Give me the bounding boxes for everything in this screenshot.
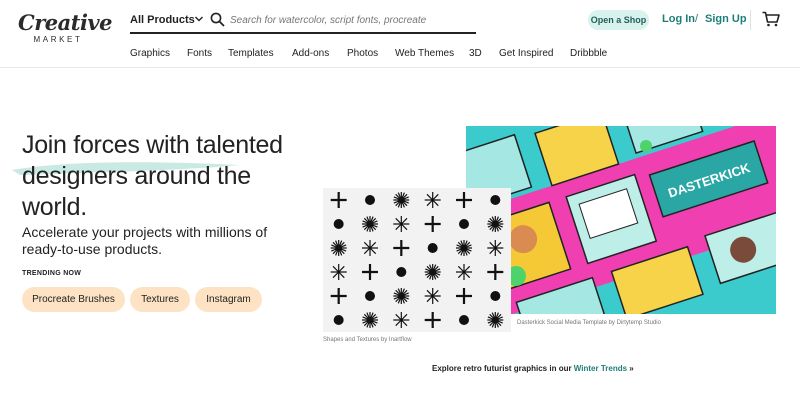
creative-market-logo[interactable]: Creative MARKET bbox=[18, 10, 113, 45]
trending-label: TRENDING NOW bbox=[22, 270, 82, 277]
signup-link[interactable]: Sign Up bbox=[705, 13, 747, 25]
trending-chip-procreate-brushes[interactable]: Procreate Brushes bbox=[22, 287, 125, 312]
social-media-template-image[interactable]: DASTERKICK bbox=[466, 126, 776, 314]
nav-item-photos[interactable]: Photos bbox=[347, 48, 378, 59]
hero-title: Join forces with talented designers arou… bbox=[22, 131, 283, 221]
chevron-down-icon[interactable] bbox=[194, 13, 204, 25]
header-divider bbox=[750, 10, 751, 30]
nav-item-graphics[interactable]: Graphics bbox=[130, 48, 170, 59]
hero-subtitle: Accelerate your projects with millions o… bbox=[22, 224, 268, 257]
nav-item-web-themes[interactable]: Web Themes bbox=[395, 48, 454, 59]
login-link[interactable]: Log In bbox=[662, 13, 695, 25]
nav-item-get-inspired[interactable]: Get Inspired bbox=[499, 48, 553, 59]
explore-arrow: » bbox=[627, 364, 634, 373]
shapes-artwork bbox=[330, 191, 504, 329]
logo-wordmark: Creative bbox=[18, 10, 113, 35]
search-icon[interactable] bbox=[210, 12, 225, 27]
search-input[interactable] bbox=[230, 11, 470, 29]
shapes-textures-image[interactable] bbox=[323, 188, 511, 332]
nav-item-fonts[interactable]: Fonts bbox=[187, 48, 212, 59]
explore-banner: Explore retro futurist graphics in our W… bbox=[432, 364, 634, 373]
template-artwork: DASTERKICK bbox=[466, 126, 776, 314]
nav-item-templates[interactable]: Templates bbox=[228, 48, 274, 59]
trending-chip-instagram[interactable]: Instagram bbox=[195, 287, 262, 312]
site-header: Creative MARKET All Products Open a Shop… bbox=[0, 0, 800, 68]
right-image-caption: Dasterkick Social Media Template by Dirt… bbox=[517, 320, 661, 326]
search-bar: All Products bbox=[130, 10, 476, 34]
nav-item-dribbble[interactable]: Dribbble bbox=[570, 48, 607, 59]
logo-subtitle: MARKET bbox=[33, 35, 83, 44]
trending-chip-textures[interactable]: Textures bbox=[130, 287, 190, 312]
nav-item-add-ons[interactable]: Add-ons bbox=[292, 48, 329, 59]
cart-icon[interactable] bbox=[762, 11, 780, 27]
auth-separator: / bbox=[695, 13, 699, 25]
left-image-caption: Shapes and Textures by Inartflow bbox=[323, 337, 412, 343]
winter-trends-link[interactable]: Winter Trends bbox=[574, 364, 627, 373]
nav-item-3d[interactable]: 3D bbox=[469, 48, 482, 59]
category-select[interactable]: All Products bbox=[130, 14, 195, 26]
explore-text: Explore retro futurist graphics in our bbox=[432, 364, 574, 373]
open-shop-button[interactable]: Open a Shop bbox=[588, 10, 649, 30]
